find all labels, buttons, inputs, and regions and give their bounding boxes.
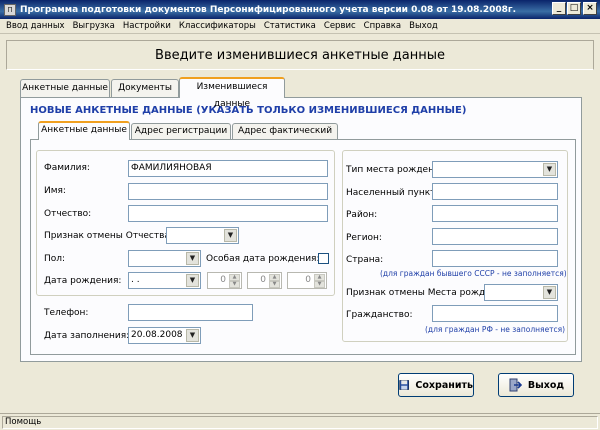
- subtab-registration-address[interactable]: Адрес регистрации: [131, 123, 231, 139]
- exit-button[interactable]: Выход: [498, 373, 574, 397]
- stepper-up-icon[interactable]: ▲: [229, 274, 240, 281]
- year-stepper-value: 0: [305, 275, 311, 285]
- status-text: Помощь: [2, 416, 598, 429]
- menu-item-input[interactable]: Ввод данных: [2, 21, 69, 31]
- birthdate-year-stepper[interactable]: 0 ▲ ▼: [287, 272, 327, 289]
- minimize-icon[interactable]: _: [552, 2, 566, 15]
- stepper-down-icon[interactable]: ▼: [269, 281, 280, 288]
- cancel-patronymic-select[interactable]: ▼: [166, 227, 239, 244]
- birthdate-value: . .: [131, 275, 140, 285]
- phone-field[interactable]: [128, 304, 253, 321]
- special-birthdate-checkbox[interactable]: [318, 253, 329, 264]
- birthdate-label: Дата рождения:: [44, 276, 122, 286]
- surname-label: Фамилия:: [44, 163, 90, 173]
- save-icon: [399, 380, 410, 390]
- name-field[interactable]: [128, 183, 328, 200]
- settlement-field[interactable]: [432, 183, 558, 200]
- maximize-icon[interactable]: □: [567, 2, 581, 15]
- tab-changed-data[interactable]: Изменившиеся данные: [179, 77, 285, 109]
- status-bar: Помощь: [0, 413, 600, 430]
- patronymic-label: Отчество:: [44, 209, 92, 219]
- chevron-down-icon[interactable]: ▼: [543, 163, 556, 176]
- name-label: Имя:: [44, 186, 66, 196]
- phone-label: Телефон:: [44, 308, 89, 318]
- menu-bar: Ввод данных Выгрузка Настройки Классифик…: [0, 19, 600, 34]
- window-title: Программа подготовки документов Персониф…: [20, 4, 517, 15]
- birthdate-month-stepper[interactable]: 0 ▲ ▼: [247, 272, 282, 289]
- sex-label: Пол:: [44, 254, 66, 264]
- tab-documents[interactable]: Документы: [111, 79, 179, 97]
- settlement-label: Населенный пункт:: [346, 188, 439, 198]
- subtab-personal-data[interactable]: Анкетные данные: [38, 121, 130, 140]
- menu-item-export[interactable]: Выгрузка: [69, 21, 119, 31]
- chevron-down-icon[interactable]: ▼: [186, 329, 199, 342]
- page-title: Введите изменившиеся анкетные данные: [155, 48, 445, 63]
- window-title-bar: П Программа подготовки документов Персон…: [0, 0, 600, 19]
- birthplace-type-select[interactable]: ▼: [432, 161, 558, 178]
- chevron-down-icon[interactable]: ▼: [186, 274, 199, 287]
- sex-select[interactable]: ▼: [128, 250, 201, 267]
- cancel-patronymic-label: Признак отмены Отчества:: [44, 231, 173, 241]
- fill-date-value: 20.08.2008: [131, 330, 183, 340]
- cancel-birthplace-select[interactable]: ▼: [484, 284, 558, 301]
- menu-item-statistics[interactable]: Статистика: [260, 21, 320, 31]
- fill-date-picker[interactable]: 20.08.2008 ▼: [128, 327, 201, 344]
- special-birthdate-label: Особая дата рождения:: [206, 254, 320, 264]
- region-label: Регион:: [346, 233, 382, 243]
- close-icon[interactable]: ×: [583, 2, 597, 15]
- citizenship-label: Гражданство:: [346, 310, 413, 320]
- menu-item-exit[interactable]: Выход: [405, 21, 442, 31]
- chevron-down-icon[interactable]: ▼: [224, 229, 237, 242]
- district-field[interactable]: [432, 205, 558, 222]
- subtab-actual-address[interactable]: Адрес фактический: [232, 123, 338, 139]
- chevron-down-icon[interactable]: ▼: [543, 286, 556, 299]
- stepper-up-icon[interactable]: ▲: [269, 274, 280, 281]
- app-icon: П: [4, 3, 16, 16]
- citizenship-note: (для граждан РФ - не заполняется): [425, 325, 566, 334]
- surname-field[interactable]: ФАМИЛИЯНОВАЯ: [128, 160, 328, 177]
- birthdate-picker[interactable]: . . ▼: [128, 272, 201, 289]
- stepper-down-icon[interactable]: ▼: [229, 281, 240, 288]
- cancel-birthplace-label: Признак отмены Места рожд.:: [346, 288, 492, 298]
- country-label: Страна:: [346, 255, 384, 265]
- stepper-down-icon[interactable]: ▼: [314, 281, 325, 288]
- region-field[interactable]: [432, 228, 558, 245]
- menu-item-help[interactable]: Справка: [360, 21, 405, 31]
- exit-button-label: Выход: [527, 379, 565, 391]
- save-button[interactable]: Сохранить: [398, 373, 474, 397]
- country-field[interactable]: [432, 250, 558, 267]
- country-note: (для граждан бывшего СССР - не заполняет…: [380, 269, 567, 278]
- day-stepper-value: 0: [220, 275, 226, 285]
- menu-item-classifiers[interactable]: Классификаторы: [175, 21, 260, 31]
- stepper-up-icon[interactable]: ▲: [314, 274, 325, 281]
- tab-personal-data[interactable]: Анкетные данные: [20, 79, 110, 97]
- menu-item-service[interactable]: Сервис: [320, 21, 360, 31]
- patronymic-field[interactable]: [128, 205, 328, 222]
- month-stepper-value: 0: [260, 275, 266, 285]
- menu-item-settings[interactable]: Настройки: [119, 21, 175, 31]
- birthplace-type-label: Тип места рожден:: [346, 165, 437, 175]
- save-button-label: Сохранить: [415, 379, 473, 391]
- district-label: Район:: [346, 210, 378, 220]
- exit-door-icon: [509, 378, 522, 392]
- citizenship-field[interactable]: [432, 305, 558, 322]
- chevron-down-icon[interactable]: ▼: [186, 252, 199, 265]
- fill-date-label: Дата заполнения:: [44, 331, 130, 341]
- birthdate-day-stepper[interactable]: 0 ▲ ▼: [207, 272, 242, 289]
- header-panel: Введите изменившиеся анкетные данные: [6, 40, 594, 70]
